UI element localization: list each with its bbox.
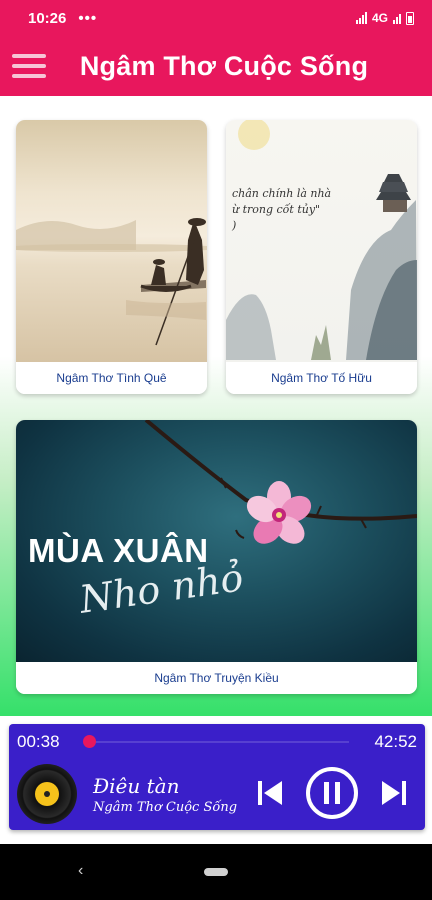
mini-player: 00:38 42:52 Điêu tàn Ngâm Thơ Cuộc Sống [9,724,425,830]
previous-track-button[interactable] [253,776,287,810]
card-label: Ngâm Thơ Tình Quê [16,362,207,394]
vinyl-disc-icon [17,764,77,824]
back-icon[interactable]: ‹ [78,862,83,880]
system-nav-bar: ‹ [0,844,432,900]
network-label: 4G [371,11,388,25]
skip-next-icon [382,781,406,805]
progress-bar[interactable] [82,735,349,748]
pause-button[interactable] [305,766,359,820]
song-title: Điêu tàn [93,774,180,798]
card-label: Ngâm Thơ Tố Hữu [226,362,417,394]
progress-thumb[interactable] [82,735,96,748]
next-track-button[interactable] [377,776,411,810]
category-card-truyen-kieu[interactable]: MÙA XUÂN Nho nhỏ Ngâm Thơ Truyện Kiều [16,420,417,694]
song-artist: Ngâm Thơ Cuộc Sống [93,800,238,815]
total-time: 42:52 [374,732,417,751]
main-content: Ngâm Thơ Tình Quê chân chính là nhà ừ tr… [0,96,432,716]
card-artwork [16,120,207,362]
status-bar: 10:26 ••• 4G [0,0,432,36]
hamburger-menu-icon[interactable] [12,51,46,81]
status-icons: 4G [355,11,414,25]
category-card-to-huu[interactable]: chân chính là nhà ừ trong cốt tủy" ) Ngâ… [226,120,417,394]
card-artwork: chân chính là nhà ừ trong cốt tủy" ) [226,120,417,362]
category-card-tinh-que[interactable]: Ngâm Thơ Tình Quê [16,120,207,394]
battery-icon [406,11,414,25]
status-notification-dots: ••• [78,9,98,27]
status-time: 10:26 [28,9,67,27]
card-label: Ngâm Thơ Truyện Kiều [16,662,417,694]
card-artwork: MÙA XUÂN Nho nhỏ [16,420,417,662]
poem-quote-text: chân chính là nhà ừ trong cốt tủy" ) [232,187,332,232]
signal-icon [355,12,367,24]
misty-river-image [16,218,207,346]
app-title: Ngâm Thơ Cuộc Sống [79,50,369,81]
home-pill-icon[interactable] [204,868,228,876]
mountain-pagoda-image [226,120,417,360]
pause-icon [306,767,358,819]
signal-icon-2 [393,12,401,24]
skip-previous-icon [258,781,282,805]
app-bar: Ngâm Thơ Cuộc Sống [0,36,432,96]
current-time: 00:38 [17,732,60,751]
